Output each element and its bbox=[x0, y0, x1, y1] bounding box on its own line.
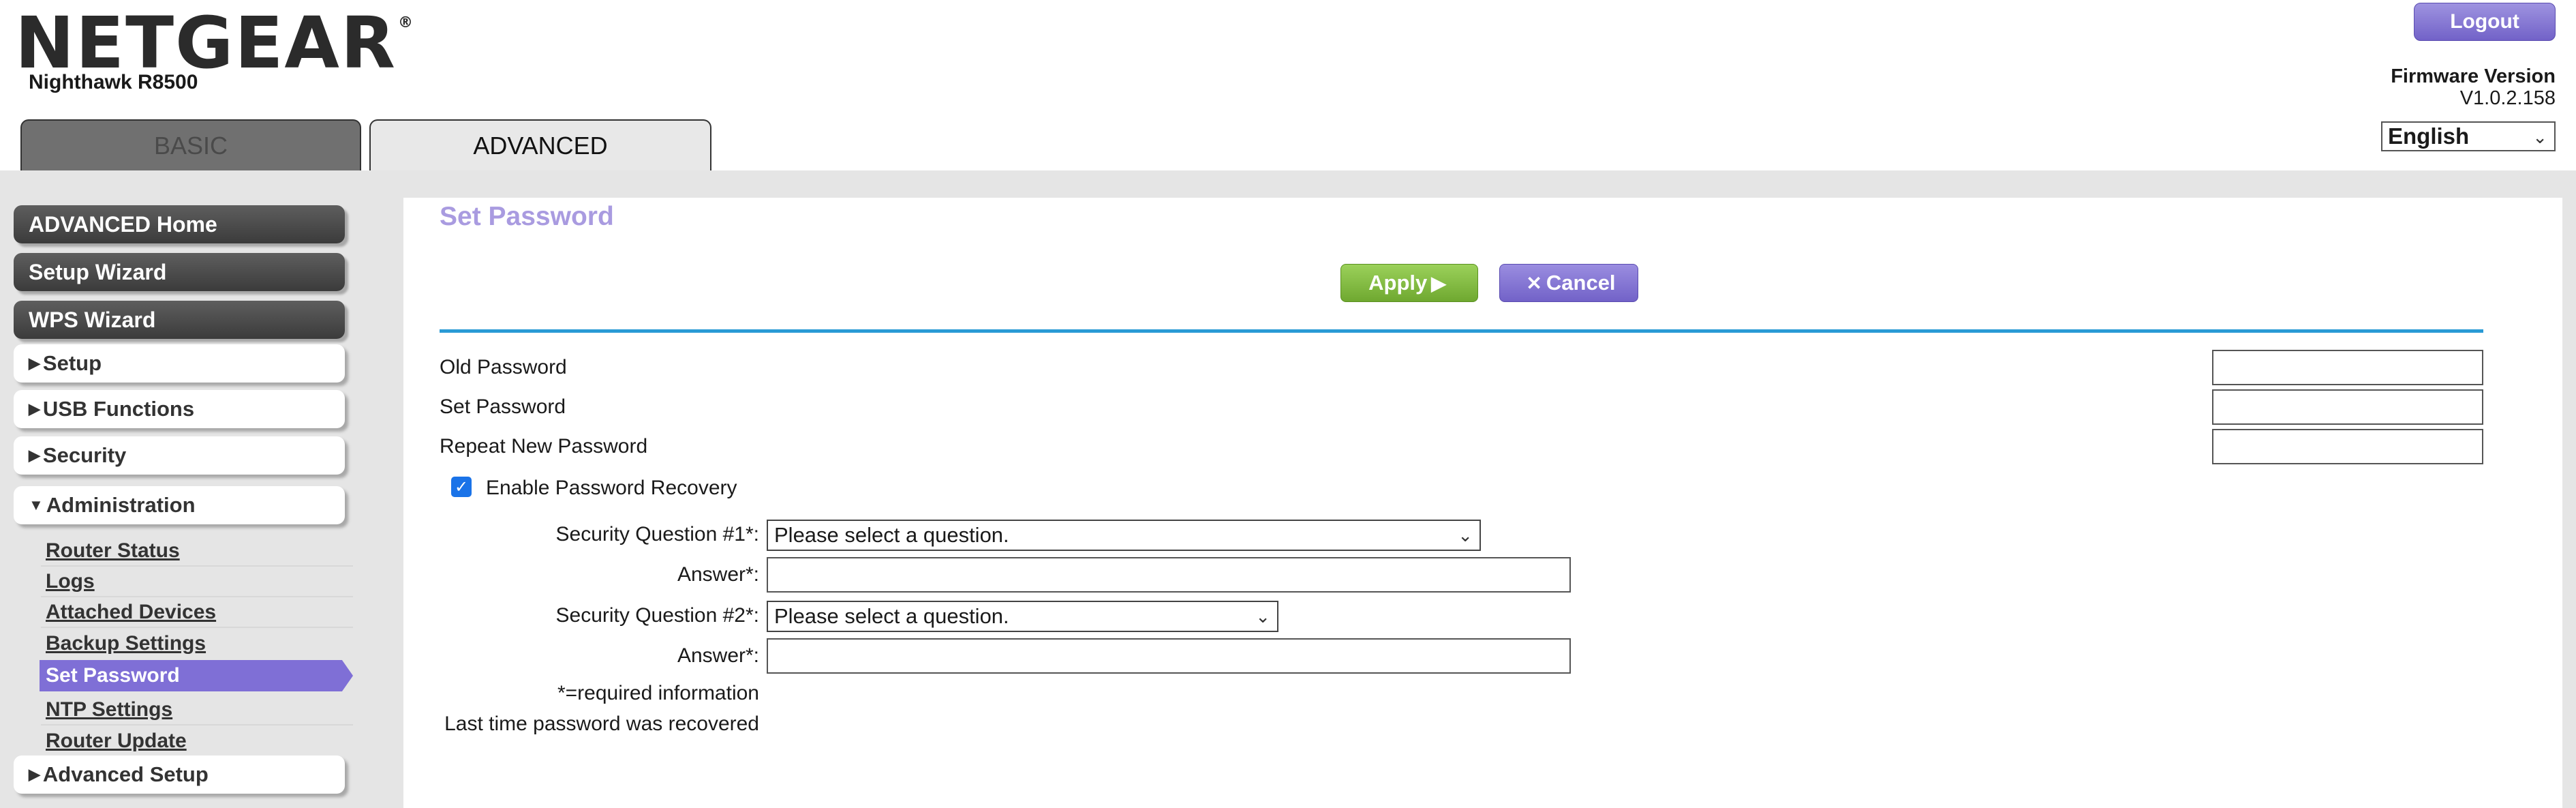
security-question-2-select[interactable]: Please select a question. ⌄ bbox=[767, 601, 1278, 632]
model-name: Nighthawk R8500 bbox=[29, 71, 198, 93]
sidebar-link-attached-devices[interactable]: Attached Devices bbox=[41, 598, 353, 628]
divider bbox=[440, 329, 2483, 333]
answer-2-field[interactable] bbox=[767, 638, 1571, 674]
sidebar-section-label: USB Functions bbox=[42, 397, 195, 421]
sidebar-section-label: Administration bbox=[46, 493, 196, 517]
tab-basic[interactable]: BASIC bbox=[20, 119, 361, 170]
triangle-down-icon: ▼ bbox=[29, 496, 44, 513]
sidebar-item-setup-wizard[interactable]: Setup Wizard bbox=[14, 253, 345, 291]
sidebar-link-router-update[interactable]: Router Update bbox=[41, 726, 353, 756]
sidebar-link-logs[interactable]: Logs bbox=[41, 567, 353, 597]
sidebar-link-set-password[interactable]: Set Password bbox=[40, 660, 353, 691]
tab-advanced[interactable]: ADVANCED bbox=[369, 119, 711, 170]
last-recovered-label: Last time password was recovered bbox=[444, 713, 759, 735]
sidebar-item-advanced-home[interactable]: ADVANCED Home bbox=[14, 205, 345, 243]
security-question-1-value: Please select a question. bbox=[774, 523, 1009, 547]
triangle-right-icon: ▶ bbox=[29, 766, 40, 783]
security-question-1-select[interactable]: Please select a question. ⌄ bbox=[767, 520, 1481, 551]
set-password-field[interactable] bbox=[2212, 389, 2483, 425]
answer-1-label: Answer*: bbox=[677, 563, 759, 586]
sidebar-section-security[interactable]: ▶ Security bbox=[14, 436, 345, 475]
repeat-password-label: Repeat New Password bbox=[440, 435, 648, 458]
triangle-right-icon: ▶ bbox=[29, 400, 40, 417]
sidebar-section-administration[interactable]: ▼ Administration bbox=[14, 486, 345, 524]
enable-recovery-label: Enable Password Recovery bbox=[486, 477, 737, 499]
old-password-label: Old Password bbox=[440, 356, 567, 378]
sidebar-item-wps-wizard[interactable]: WPS Wizard bbox=[14, 301, 345, 339]
sidebar-link-ntp-settings[interactable]: NTP Settings bbox=[41, 695, 353, 725]
logout-button[interactable]: Logout bbox=[2414, 3, 2556, 41]
chevron-down-icon: ⌄ bbox=[2532, 127, 2547, 147]
language-value: English bbox=[2388, 123, 2470, 149]
apply-label: Apply bbox=[1368, 271, 1428, 295]
cancel-button[interactable]: ✕ Cancel bbox=[1499, 264, 1638, 302]
play-arrow-icon: ▶ bbox=[1431, 272, 1446, 294]
set-password-label: Set Password bbox=[440, 395, 566, 418]
page-title: Set Password bbox=[440, 202, 614, 231]
chevron-down-icon: ⌄ bbox=[1255, 606, 1270, 627]
answer-2-label: Answer*: bbox=[677, 644, 759, 667]
sidebar-section-label: Advanced Setup bbox=[42, 762, 209, 786]
sidebar-section-label: Setup bbox=[42, 351, 102, 375]
close-x-icon: ✕ bbox=[1526, 272, 1542, 294]
firmware-version: V1.0.2.158 bbox=[2459, 87, 2556, 109]
sidebar-section-advanced-setup[interactable]: ▶ Advanced Setup bbox=[14, 755, 345, 794]
triangle-right-icon: ▶ bbox=[29, 355, 40, 372]
apply-button[interactable]: Apply ▶ bbox=[1340, 264, 1478, 302]
sidebar-section-setup[interactable]: ▶ Setup bbox=[14, 344, 345, 383]
language-select[interactable]: English ⌄ bbox=[2381, 121, 2556, 151]
old-password-field[interactable] bbox=[2212, 350, 2483, 385]
sidebar-section-usb-functions[interactable]: ▶ USB Functions bbox=[14, 390, 345, 428]
cancel-label: Cancel bbox=[1546, 271, 1616, 295]
security-question-1-label: Security Question #1*: bbox=[555, 523, 760, 545]
header: NETGEAR® Nighthawk R8500 BASIC ADVANCED … bbox=[0, 0, 2576, 170]
answer-1-field[interactable] bbox=[767, 557, 1571, 593]
checkmark-icon: ✓ bbox=[454, 477, 469, 496]
required-note: *=required information bbox=[557, 682, 759, 704]
chevron-down-icon: ⌄ bbox=[1458, 525, 1473, 545]
security-question-2-value: Please select a question. bbox=[774, 604, 1009, 628]
security-question-2-label: Security Question #2*: bbox=[555, 604, 760, 627]
sidebar-link-router-status[interactable]: Router Status bbox=[41, 537, 353, 567]
sidebar-section-label: Security bbox=[42, 443, 127, 467]
repeat-password-field[interactable] bbox=[2212, 429, 2483, 464]
triangle-right-icon: ▶ bbox=[29, 447, 40, 464]
firmware-label: Firmware Version bbox=[2391, 65, 2556, 87]
sidebar-link-backup-settings[interactable]: Backup Settings bbox=[41, 629, 353, 659]
enable-recovery-checkbox[interactable]: ✓ bbox=[451, 477, 472, 497]
